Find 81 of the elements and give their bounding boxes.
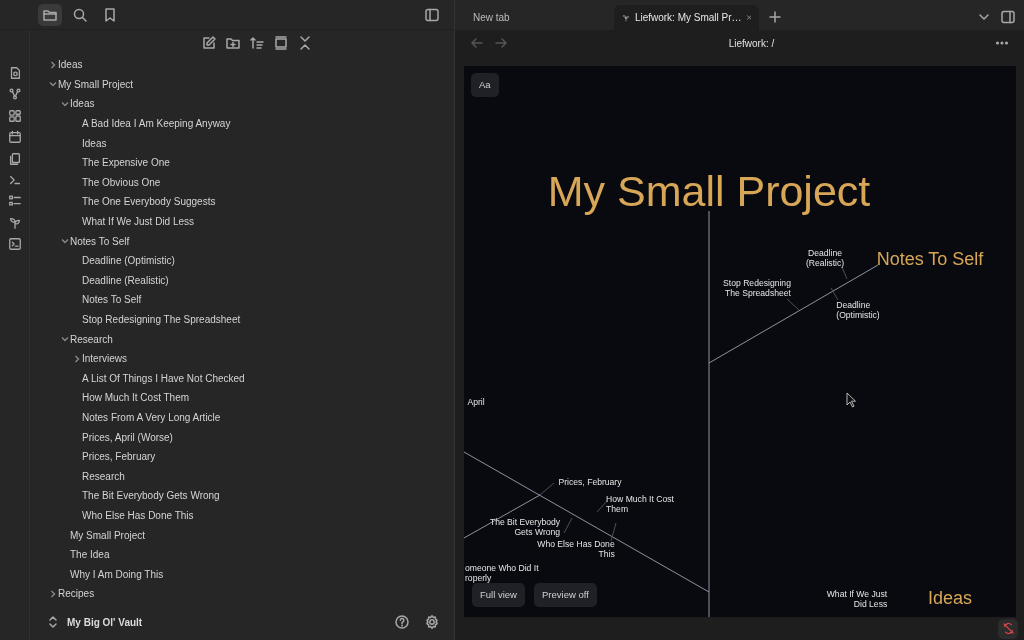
file-item[interactable]: Notes From A Very Long Article [30, 407, 454, 428]
folder-item[interactable]: Research [30, 329, 454, 349]
sort-icon [249, 34, 265, 51]
search-icon [72, 6, 88, 23]
file-item[interactable]: Deadline (Optimistic) [30, 250, 454, 271]
leaf-node-label[interactable]: What If We Just Did Less [826, 590, 888, 610]
leaf-node-label[interactable]: April [467, 398, 485, 408]
leaf-node-label[interactable]: How Much It Cost Them [606, 495, 674, 515]
window-icon [273, 34, 289, 51]
branch-node-label[interactable]: Ideas [928, 587, 972, 609]
terminal-box-icon[interactable] [7, 237, 22, 252]
grid-icon[interactable] [7, 108, 22, 123]
close-icon [746, 13, 751, 22]
leaf-node-label[interactable]: Deadline (Realistic) [805, 249, 845, 269]
leader-line [610, 522, 617, 542]
folder-item[interactable]: Interviews [30, 348, 454, 369]
help-icon [394, 614, 410, 630]
leaf-node-label[interactable]: Who Else Has Done This [537, 540, 615, 560]
tab[interactable]: New tab [465, 5, 610, 30]
folder-item[interactable]: Notes To Self [30, 231, 454, 251]
collapse-icon [297, 34, 313, 51]
folder-item[interactable]: Ideas [30, 55, 454, 75]
folder-item[interactable]: Ideas [30, 94, 454, 114]
sync-off-button[interactable] [998, 618, 1018, 639]
sidebar-icon [424, 6, 440, 23]
file-item[interactable]: Prices, April (Worse) [30, 427, 454, 447]
forward-arrow-icon [493, 35, 509, 51]
branch-node-label[interactable]: Notes To Self [876, 248, 984, 270]
file-item[interactable]: A List Of Things I Have Not Checked [30, 368, 454, 389]
file-item[interactable]: How Much It Cost Them [30, 388, 454, 408]
back-arrow-icon [469, 35, 485, 51]
file-item[interactable]: Who Else Has Done This [30, 505, 454, 526]
file-item[interactable]: Research [30, 466, 454, 487]
root-node-title[interactable]: My Small Project [547, 167, 871, 217]
leader-line [596, 500, 608, 513]
folder-item[interactable]: Recipes [30, 584, 454, 604]
mouse-pointer-icon [846, 392, 856, 408]
canvas-button[interactable]: Full view [472, 582, 525, 607]
files-tab[interactable] [38, 3, 62, 26]
leader-line [786, 298, 800, 311]
leaf-node-label[interactable]: Stop Redesigning The Spreadsheet [723, 279, 791, 299]
bookmark-icon [102, 6, 118, 23]
calendar-icon[interactable] [7, 130, 22, 145]
graph-icon[interactable] [7, 87, 22, 102]
leader-line [830, 287, 839, 301]
leaf-node-label[interactable]: Prices, February [558, 478, 622, 488]
file-item[interactable]: Prices, February [30, 446, 454, 467]
font-button[interactable]: Aa [471, 73, 499, 98]
list-icon[interactable] [7, 194, 22, 209]
leaf-node-label[interactable]: omeone Who Did It roperly [465, 564, 539, 584]
leaf-node-label[interactable]: The Bit Everybody Gets Wrong [489, 518, 561, 538]
leader-line [539, 482, 555, 496]
canvas-button[interactable]: Preview off [534, 582, 597, 607]
file-item[interactable]: Why I Am Doing This [30, 564, 454, 585]
sprout-icon[interactable] [7, 215, 22, 230]
file-item[interactable]: What If We Just Did Less [30, 211, 454, 232]
leaf-node-label[interactable]: Deadline (Optimistic) [836, 301, 880, 321]
file-item[interactable]: Notes To Self [30, 290, 454, 310]
file-item[interactable]: Deadline (Realistic) [30, 270, 454, 291]
file-item[interactable]: A Bad Idea I Am Keeping Anyway [30, 113, 454, 134]
sync-off-icon [1001, 622, 1015, 635]
file-item[interactable]: The Idea [30, 544, 454, 565]
vault-name[interactable]: My Big Ol' Vault [67, 614, 143, 630]
plus-icon [767, 9, 783, 25]
tab[interactable]: Liefwork: My Small Pr… [614, 5, 759, 30]
sidebar-icon [1000, 9, 1016, 25]
edit-icon [201, 34, 217, 51]
file-item[interactable]: The Bit Everybody Gets Wrong [30, 486, 454, 506]
file-item[interactable]: The Obvious One [30, 172, 454, 193]
file-item[interactable]: Stop Redesigning The Spreadsheet [30, 309, 454, 330]
view-title: Liefwork: / [727, 36, 776, 51]
copy-icon[interactable] [7, 151, 22, 166]
file-item[interactable]: Ideas [30, 133, 454, 153]
file-item[interactable]: My Small Project [30, 525, 454, 545]
leader-line [841, 266, 848, 280]
mind-map-canvas[interactable] [464, 66, 1016, 617]
folder-item[interactable]: My Small Project [30, 74, 454, 95]
settings-icon [424, 614, 440, 630]
leader-line [563, 517, 573, 534]
file-item[interactable]: The One Everybody Suggests [30, 192, 454, 212]
file-item[interactable]: The Expensive One [30, 152, 454, 173]
